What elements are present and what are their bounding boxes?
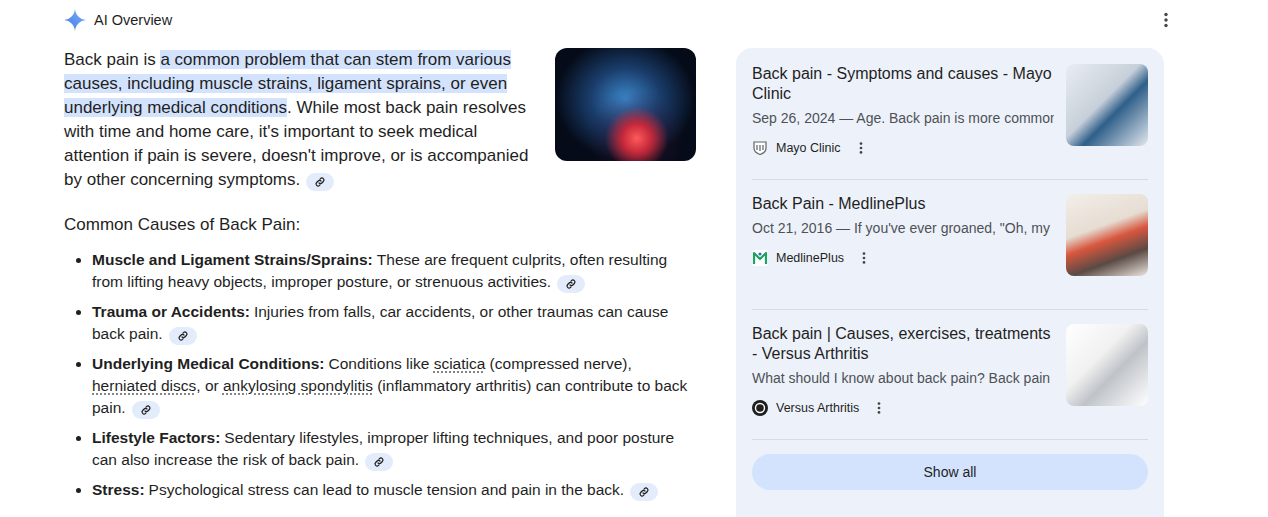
term-link[interactable]: herniated discs: [92, 377, 196, 394]
source-text: Back pain | Causes, exercises, treatment…: [752, 324, 1054, 425]
source-snippet: Sep 26, 2024 — Age. Back pain is more co…: [752, 107, 1054, 129]
source-title[interactable]: Back pain - Symptoms and causes - Mayo C…: [752, 64, 1054, 104]
source-card[interactable]: Back pain | Causes, exercises, treatment…: [752, 324, 1148, 440]
cause-text: Psychological stress can lead to muscle …: [149, 481, 625, 498]
causes-list: Muscle and Ligament Strains/Sprains:Thes…: [64, 249, 696, 501]
cause-text: , or: [196, 377, 223, 394]
term-link[interactable]: ankylosing spondylitis: [223, 377, 373, 394]
cause-term: Lifestyle Factors:: [92, 429, 220, 446]
source-site: MedlinePlus: [752, 249, 1054, 267]
spine-photo[interactable]: [555, 48, 696, 161]
source-thumbnail[interactable]: [1066, 64, 1148, 146]
link-icon: [314, 176, 326, 188]
source-link-chip[interactable]: [365, 453, 393, 471]
section-heading: Common Causes of Back Pain:: [64, 213, 696, 237]
cause-item: Lifestyle Factors:Sedentary lifestyles, …: [92, 427, 696, 471]
medlineplus-logo-icon: [752, 250, 768, 266]
overview-title: AI Overview: [94, 10, 172, 30]
source-link-chip[interactable]: [557, 275, 585, 293]
source-link-chip[interactable]: [132, 401, 160, 419]
site-name: Mayo Clinic: [776, 139, 841, 157]
source-title[interactable]: Back Pain - MedlinePlus: [752, 194, 1054, 214]
source-title[interactable]: Back pain | Causes, exercises, treatment…: [752, 324, 1054, 364]
intro-segment: Back pain is: [64, 50, 160, 69]
source-card[interactable]: Back Pain - MedlinePlus Oct 21, 2016 — If…: [752, 194, 1148, 310]
show-all-button[interactable]: Show all: [752, 454, 1148, 490]
source-snippet: Oct 21, 2016 — If you've ever groaned, "…: [752, 217, 1054, 239]
cause-item: Muscle and Ligament Strains/Sprains:Thes…: [92, 249, 696, 293]
source-snippet: What should I know about back pain? Back…: [752, 367, 1054, 389]
link-icon: [373, 456, 385, 468]
more-options-icon[interactable]: [1156, 10, 1176, 30]
more-options-icon[interactable]: [871, 400, 887, 416]
link-icon: [177, 330, 189, 342]
link-icon: [140, 404, 152, 416]
source-site: Versus Arthritis: [752, 399, 1054, 417]
source-thumbnail[interactable]: [1066, 324, 1148, 406]
cause-term: Stress:: [92, 481, 145, 498]
cause-item: Underlying Medical Conditions:Conditions…: [92, 353, 696, 419]
overview-header: AI Overview: [64, 8, 1164, 32]
cause-text: Conditions like: [329, 355, 434, 372]
sources-panel: Back pain - Symptoms and causes - Mayo C…: [736, 48, 1164, 517]
source-site: Mayo Clinic: [752, 139, 1054, 157]
source-link-chip[interactable]: [630, 483, 658, 501]
cause-term: Trauma or Accidents:: [92, 303, 250, 320]
source-text: Back Pain - MedlinePlus Oct 21, 2016 — If…: [752, 194, 1054, 295]
overview-answer: Back pain is a common problem that can s…: [64, 48, 696, 509]
cause-term: Underlying Medical Conditions:: [92, 355, 325, 372]
intro: Back pain is a common problem that can s…: [64, 48, 696, 192]
source-thumbnail[interactable]: [1066, 194, 1148, 276]
source-card[interactable]: Back pain - Symptoms and causes - Mayo C…: [752, 64, 1148, 180]
site-name: Versus Arthritis: [776, 399, 859, 417]
overview-body: Back pain is a common problem that can s…: [64, 48, 1164, 517]
term-link[interactable]: sciatica: [434, 355, 486, 372]
cause-text: (compressed nerve),: [485, 355, 631, 372]
site-name: MedlinePlus: [776, 249, 844, 267]
cause-item: Stress:Psychological stress can lead to …: [92, 479, 696, 501]
link-icon: [638, 486, 650, 498]
sparkle-icon: [64, 9, 86, 31]
versus-arthritis-logo-icon: [752, 400, 768, 416]
source-link-chip[interactable]: [306, 173, 334, 191]
cause-item: Trauma or Accidents:Injuries from falls,…: [92, 301, 696, 345]
more-options-icon[interactable]: [856, 250, 872, 266]
mayo-shield-icon: [752, 140, 768, 156]
link-icon: [565, 278, 577, 290]
source-link-chip[interactable]: [169, 327, 197, 345]
source-text: Back pain - Symptoms and causes - Mayo C…: [752, 64, 1054, 165]
intro-paragraph: Back pain is a common problem that can s…: [64, 48, 541, 192]
more-options-icon[interactable]: [853, 140, 869, 156]
cause-term: Muscle and Ligament Strains/Sprains:: [92, 251, 373, 268]
